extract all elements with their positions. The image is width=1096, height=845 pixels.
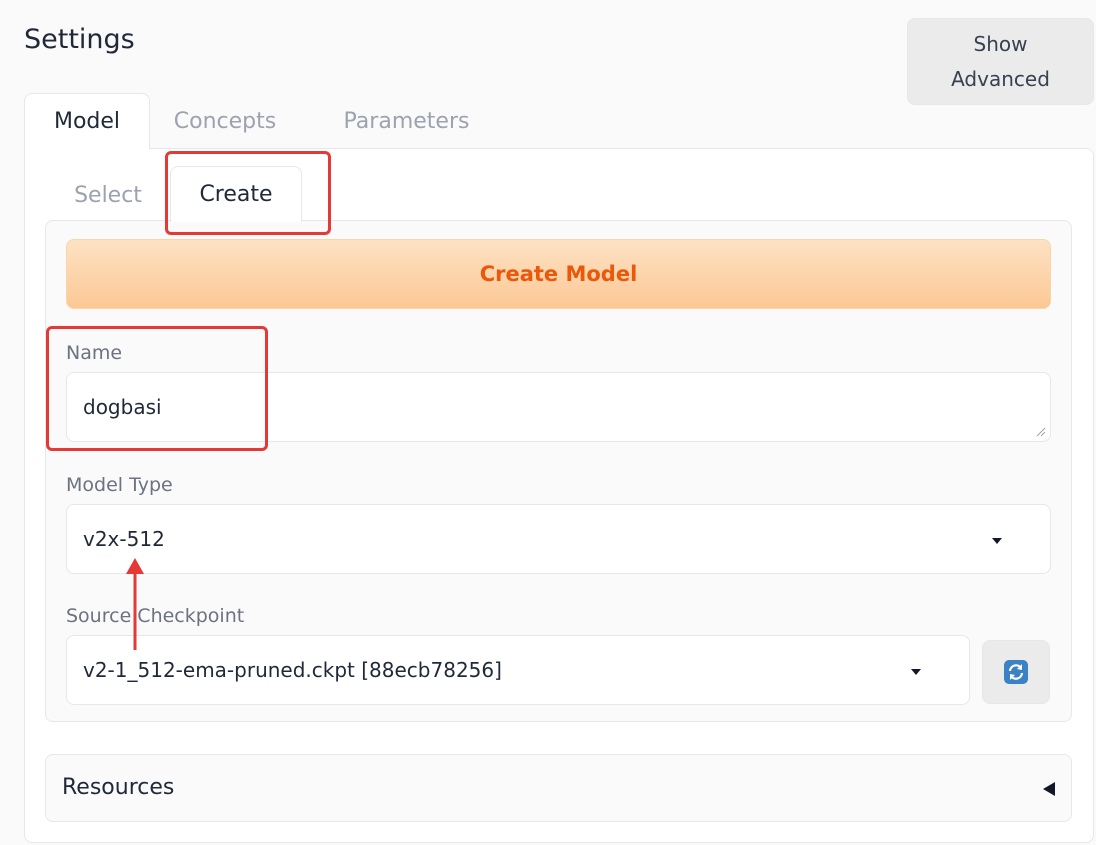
tab-model[interactable]: Model xyxy=(24,93,150,149)
caret-left-icon xyxy=(1043,782,1055,796)
resize-handle-icon[interactable] xyxy=(1036,427,1046,437)
model-type-label: Model Type xyxy=(66,474,173,496)
source-checkpoint-label: Source Checkpoint xyxy=(66,605,245,627)
tab-create[interactable]: Create xyxy=(170,166,302,222)
tab-select[interactable]: Select xyxy=(56,167,160,223)
resources-accordion[interactable]: Resources xyxy=(45,754,1072,822)
tab-concepts[interactable]: Concepts xyxy=(160,93,290,149)
source-checkpoint-select[interactable]: v2-1_512-ema-pruned.ckpt [88ecb78256] xyxy=(66,635,970,705)
name-value: dogbasi xyxy=(83,395,162,419)
name-label: Name xyxy=(66,342,123,364)
chevron-down-icon xyxy=(911,669,921,675)
chevron-down-icon xyxy=(992,538,1002,544)
refresh-icon xyxy=(1004,660,1028,684)
resources-label: Resources xyxy=(62,775,175,800)
settings-page: Settings Show Advanced Model Concepts Pa… xyxy=(0,0,1096,845)
show-advanced-button[interactable]: Show Advanced xyxy=(907,18,1094,105)
refresh-checkpoints-button[interactable] xyxy=(982,640,1050,704)
tab-parameters[interactable]: Parameters xyxy=(324,93,489,149)
create-model-button[interactable]: Create Model xyxy=(66,239,1051,309)
model-type-value: v2x-512 xyxy=(83,527,165,551)
model-type-select[interactable]: v2x-512 xyxy=(66,504,1051,574)
source-checkpoint-value: v2-1_512-ema-pruned.ckpt [88ecb78256] xyxy=(83,658,502,682)
arrow-up-icon xyxy=(126,558,144,650)
page-title: Settings xyxy=(24,24,135,55)
name-input[interactable]: dogbasi xyxy=(66,372,1051,442)
